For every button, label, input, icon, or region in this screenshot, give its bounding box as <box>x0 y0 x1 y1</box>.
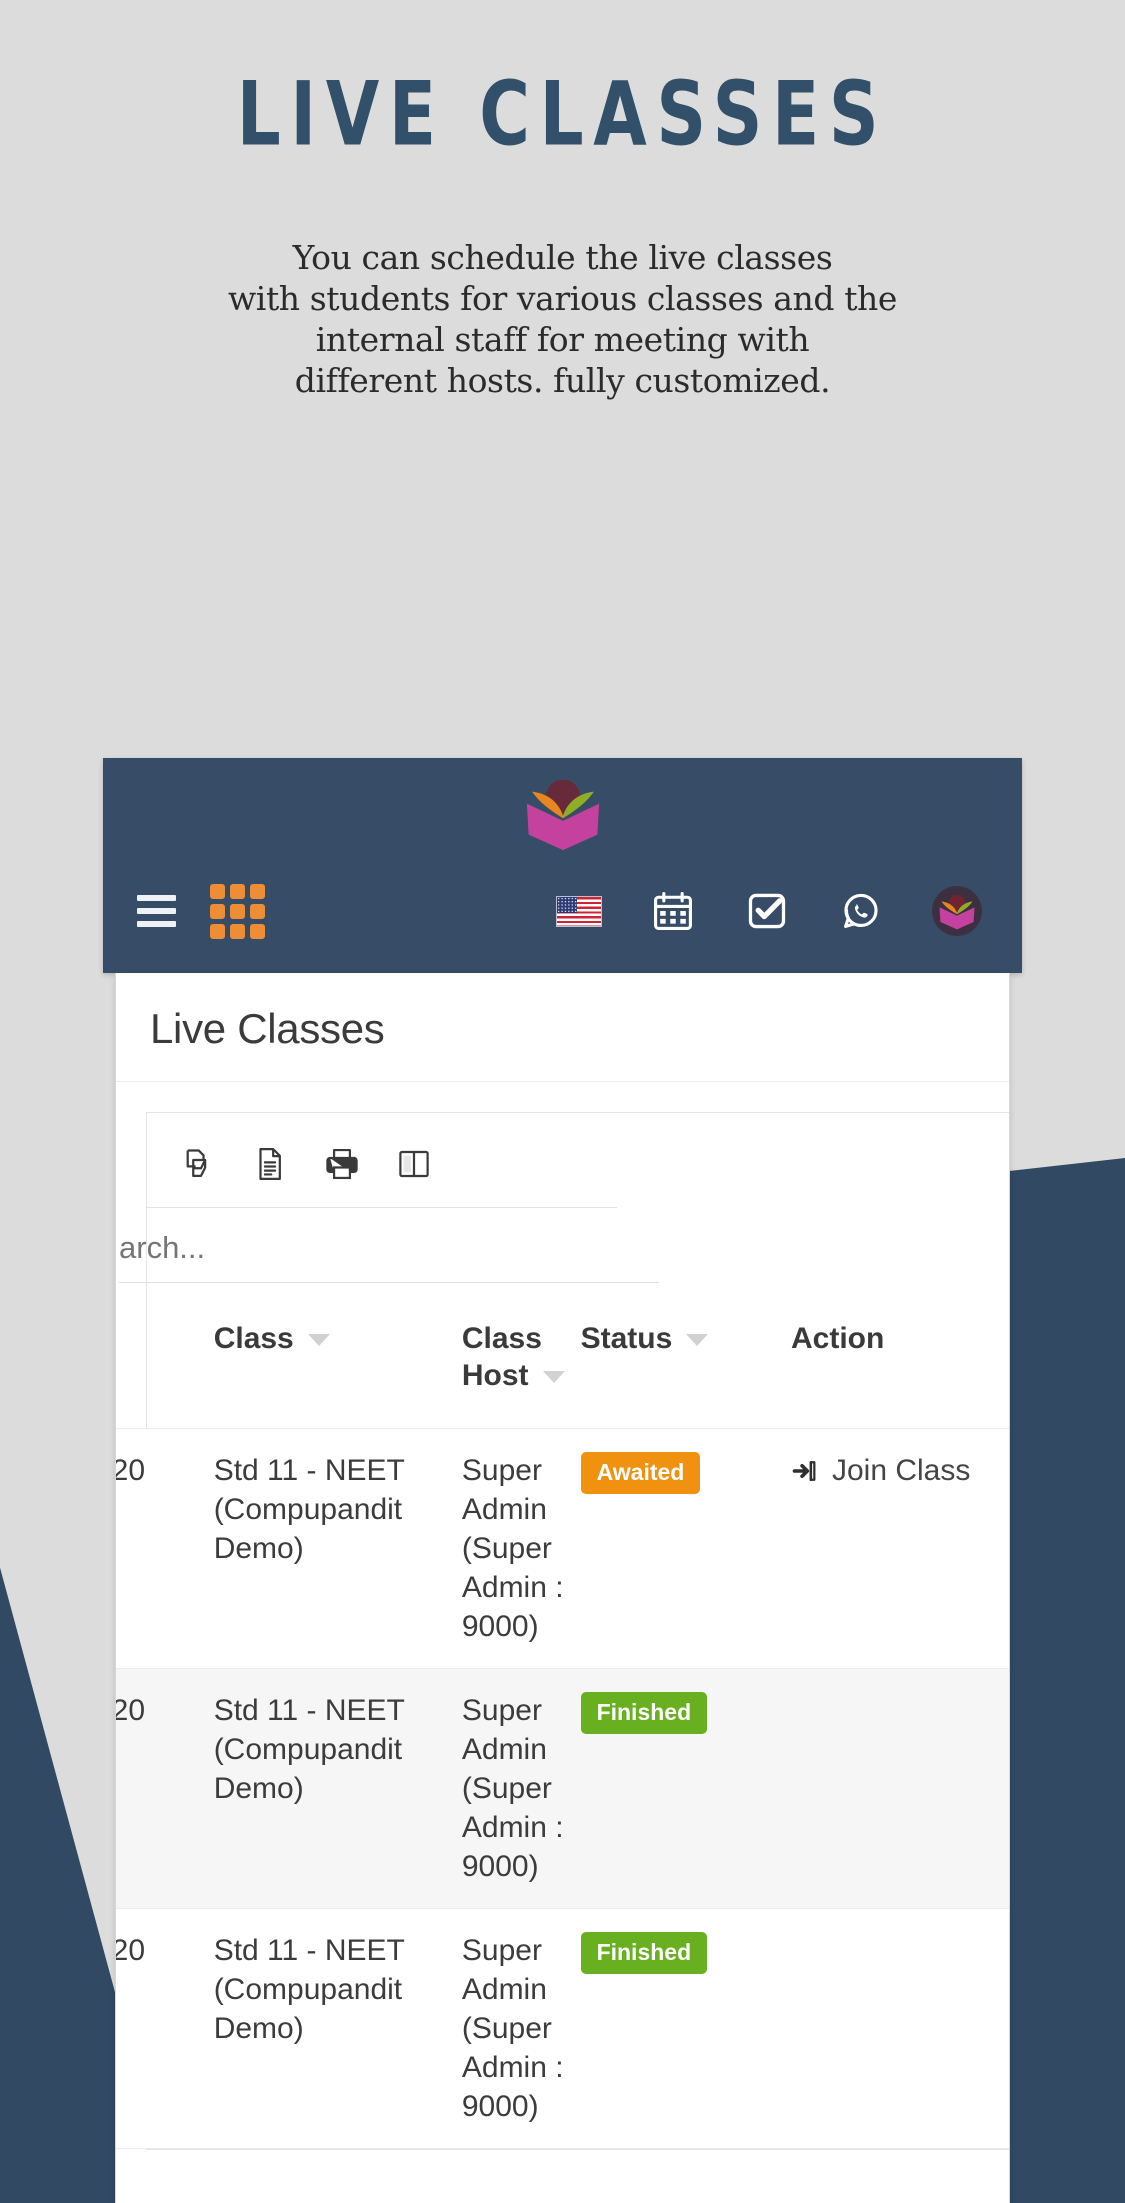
status-badge: Finished <box>580 1692 708 1735</box>
navbar-row <box>103 876 1022 946</box>
grid-cell <box>230 923 245 939</box>
grid-cell <box>230 903 245 919</box>
column-header-class[interactable]: Class <box>213 1283 462 1430</box>
cell-class-host: Super Admin (Super Admin : 9000) <box>461 1428 581 1670</box>
search-row <box>119 1230 1009 1283</box>
table-row[interactable]: 020 ) Std 11 - NEET (Compupandit Demo) S… <box>115 1908 1009 2150</box>
sign-in-icon <box>792 1460 816 1481</box>
column-header-action[interactable]: Action <box>790 1283 1009 1430</box>
column-header-class-host[interactable]: Class Host <box>461 1283 581 1430</box>
us-flag-icon[interactable] <box>556 888 602 934</box>
cell-class-host: Super Admin (Super Admin : 9000) <box>461 1908 581 2150</box>
table-head: Class Class Host Status Action <box>116 1283 1009 1430</box>
cell-date: 020 ) <box>115 1908 214 2150</box>
calendar-icon[interactable] <box>650 888 696 934</box>
flag-graphic <box>556 895 602 927</box>
copy-icon[interactable] <box>177 1143 219 1185</box>
grid-cell <box>250 903 265 919</box>
hero-description-line: internal staff for meeting with <box>315 319 810 359</box>
grid-cell <box>250 883 265 899</box>
sort-caret-icon <box>686 1334 709 1347</box>
grid-cell <box>250 923 265 939</box>
cell-class: Std 11 - NEET (Compupandit Demo) <box>213 1428 462 1670</box>
search-input[interactable] <box>119 1230 659 1266</box>
cell-status: Awaited <box>580 1428 791 1670</box>
whatsapp-icon[interactable] <box>838 888 884 934</box>
datatable-card: Class Class Host Status Action <box>116 1112 1009 2151</box>
column-header-status[interactable]: Status <box>580 1283 791 1430</box>
cell-action: Join Class <box>790 1428 1009 1670</box>
cell-class-host: Super Admin (Super Admin : 9000) <box>461 1668 581 1910</box>
cell-date-line2: ) <box>116 1970 204 2009</box>
hamburger-line <box>137 895 176 901</box>
cell-date-line2: ) <box>116 1730 204 1769</box>
print-icon[interactable] <box>321 1143 363 1185</box>
grid-cell <box>210 883 225 899</box>
hero-description: You can schedule the live classes with s… <box>183 238 943 402</box>
status-badge: Awaited <box>580 1452 701 1495</box>
cell-status: Finished <box>580 1668 791 1910</box>
column-header-class-label: Class <box>213 1322 294 1355</box>
cell-action <box>790 1668 1009 1910</box>
cell-status: Finished <box>580 1908 791 2150</box>
cell-date-line1: 020 <box>115 1454 146 1488</box>
app-screenshot: Live Classes arch... Class Class Host St… <box>103 758 1022 2203</box>
cell-date-line1: 020 <box>115 1934 146 1968</box>
open-book-logo <box>520 770 606 858</box>
live-classes-table: Class Class Host Status Action 20 Std 11… <box>115 1283 1009 2150</box>
task-check-icon[interactable] <box>744 888 790 934</box>
join-class-label: Join Class <box>831 1454 971 1488</box>
toolbar-divider <box>147 1207 617 1208</box>
app-navbar <box>103 758 1022 973</box>
navbar-right-group <box>556 886 982 936</box>
hero-description-line: You can schedule the live classes <box>292 238 833 277</box>
cell-date-line2: ) <box>116 1490 204 1529</box>
grid-cell <box>210 903 225 919</box>
hero-section: LIVE CLASSES You can schedule the live c… <box>0 0 1125 402</box>
table-header-row: Class Class Host Status Action <box>116 1283 1009 1430</box>
page-title: LIVE CLASSES <box>236 62 889 166</box>
sort-caret-icon <box>307 1334 330 1347</box>
hamburger-line <box>137 921 176 927</box>
app-grid-icon[interactable] <box>210 883 265 939</box>
datatable-toolbar <box>147 1113 1009 1207</box>
hamburger-line <box>137 908 176 914</box>
column-visibility-icon[interactable] <box>393 1143 435 1185</box>
cell-date-line1: 020 <box>115 1694 146 1728</box>
table-row[interactable]: 020 ) Std 11 - NEET (Compupandit Demo) S… <box>115 1668 1009 1910</box>
sort-caret-icon <box>542 1370 565 1383</box>
csv-file-icon[interactable] <box>249 1143 291 1185</box>
live-classes-title: Live Classes <box>150 1005 385 1052</box>
table-row[interactable]: 020 ) Std 11 - NEET (Compupandit Demo) S… <box>115 1428 1009 1670</box>
hero-description-line: different hosts. fully customized. <box>294 360 831 400</box>
hero-description-line: with students for various classes and th… <box>227 278 898 318</box>
status-badge: Finished <box>580 1932 708 1975</box>
avatar[interactable] <box>932 886 982 936</box>
navbar-left-group <box>137 883 265 939</box>
search-field-wrapper <box>119 1230 659 1283</box>
column-header-date[interactable] <box>116 1283 214 1430</box>
cell-date: 020 ) <box>115 1668 214 1910</box>
flag-canton <box>557 896 577 913</box>
cell-class: Std 11 - NEET (Compupandit Demo) <box>213 1668 462 1910</box>
column-header-status-label: Status <box>580 1322 673 1355</box>
table-body: 020 ) Std 11 - NEET (Compupandit Demo) S… <box>115 1428 1009 2150</box>
grid-cell <box>230 883 245 899</box>
column-header-class-host-label: Class Host <box>461 1322 542 1392</box>
cell-action <box>790 1908 1009 2150</box>
cell-class: Std 11 - NEET (Compupandit Demo) <box>213 1908 462 2150</box>
app-page-content: Live Classes arch... Class Class Host St… <box>115 973 1010 2203</box>
hamburger-menu-icon[interactable] <box>137 895 176 927</box>
join-class-button[interactable]: Join Class <box>791 1451 970 1490</box>
page-header: Live Classes <box>116 973 1009 1082</box>
grid-cell <box>210 923 225 939</box>
column-header-action-label: Action <box>790 1322 885 1355</box>
cell-date: 020 ) <box>115 1428 214 1670</box>
